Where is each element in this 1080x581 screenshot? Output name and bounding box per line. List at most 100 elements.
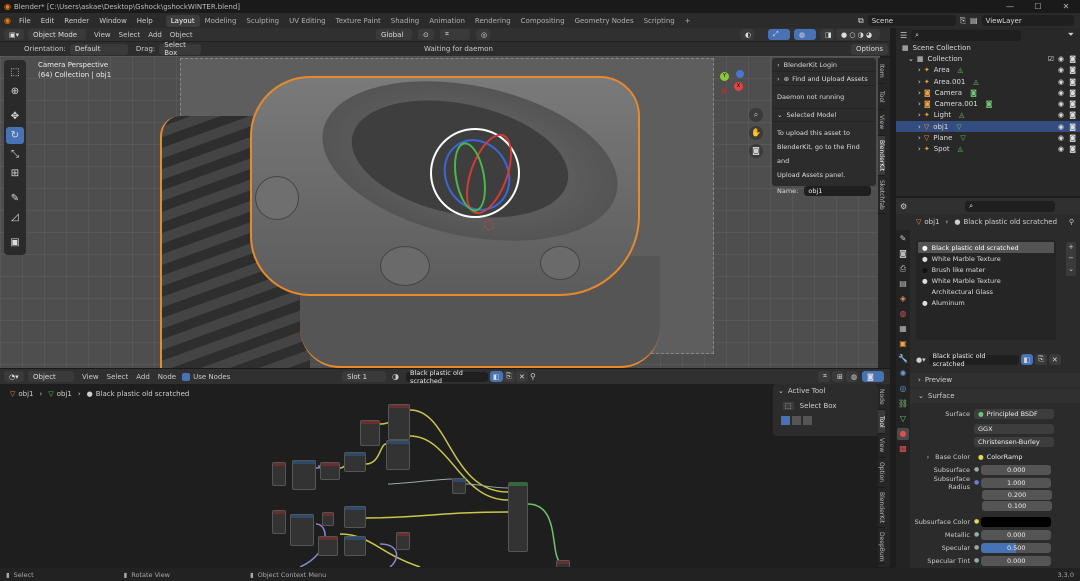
render-icon[interactable]: ◙ xyxy=(1069,134,1076,142)
orientation-dropdown[interactable]: Default xyxy=(69,43,128,55)
outliner-item-plane[interactable]: › ▽ Plane ▽ ◉ ◙ xyxy=(896,132,1080,143)
tab-texture-paint[interactable]: Texture Paint xyxy=(331,15,386,27)
3d-viewport[interactable]: Camera Perspective (64) Collection | obj… xyxy=(0,56,880,368)
pan-hand-icon[interactable]: ✋ xyxy=(749,126,763,140)
active-tool-row[interactable]: ⬚ Select Box xyxy=(773,398,878,414)
specular-tint-field[interactable]: 0.000 xyxy=(981,555,1052,566)
blender-menu-icon[interactable]: ◉ xyxy=(4,16,11,25)
world-props-icon[interactable]: ◍ xyxy=(897,308,909,320)
tab-scripting[interactable]: Scripting xyxy=(639,15,680,27)
outliner-item-camera[interactable]: › ◙ Camera ◙ ◉ ◙ xyxy=(896,87,1080,98)
tab-option[interactable]: Option xyxy=(878,458,885,488)
node-snap-mode-icon[interactable]: ⊞ xyxy=(832,371,844,382)
tab-tool[interactable]: Tool xyxy=(878,410,885,434)
proportional-icon[interactable]: ◎ xyxy=(476,29,490,40)
shader-node[interactable] xyxy=(344,506,366,528)
eye-icon[interactable]: ◉ xyxy=(1058,145,1064,153)
specular-field[interactable]: 0.500 xyxy=(981,542,1052,553)
subsurface-radius-z[interactable]: 0.100 xyxy=(982,500,1052,511)
outliner-item-spot[interactable]: › ✦ Spot ◬ ◉ ◙ xyxy=(896,144,1080,155)
overlay-toggle-icon[interactable]: ◍ xyxy=(794,29,816,40)
shader-node[interactable] xyxy=(318,536,338,556)
menu-render[interactable]: Render xyxy=(59,17,94,25)
move-tool-icon[interactable]: ✥ xyxy=(6,108,24,125)
name-input[interactable]: obj1 xyxy=(804,186,871,196)
find-upload-row[interactable]: › ⊛ Find and Upload Assets xyxy=(772,72,876,86)
subsurface-method-dropdown[interactable]: Christensen-Burley xyxy=(974,436,1054,447)
tab-geometry-nodes[interactable]: Geometry Nodes xyxy=(570,15,639,27)
metallic-field[interactable]: 0.000 xyxy=(981,529,1052,540)
output-props-icon[interactable]: ⎙ xyxy=(897,263,909,275)
axis-z-icon[interactable] xyxy=(736,70,744,78)
duplicate-icon[interactable]: ⎘ xyxy=(1035,354,1047,365)
modifier-props-icon[interactable]: 🔧 xyxy=(897,353,909,365)
select-box-tool-icon[interactable]: ⬚ xyxy=(6,64,24,81)
object-props-icon[interactable]: ▣ xyxy=(897,338,909,350)
close-window-button[interactable]: ✕ xyxy=(1052,0,1080,13)
outliner-search[interactable]: ⌕ xyxy=(911,29,1022,41)
scale-tool-icon[interactable]: ⤡ xyxy=(6,146,24,163)
tab-compositing[interactable]: Compositing xyxy=(516,15,570,27)
tab-sketchfab[interactable]: Sketchfab xyxy=(878,176,885,214)
blenderkit-login-row[interactable]: › BlenderKit Login xyxy=(772,58,876,72)
render-icon[interactable]: ◙ xyxy=(1069,145,1076,153)
properties-editor-icon[interactable]: ⚙ xyxy=(900,202,907,211)
mode-selector[interactable]: Object Mode xyxy=(28,29,86,40)
visibility-icon[interactable]: ◐ xyxy=(740,29,754,40)
render-icon[interactable]: ◙ xyxy=(1069,89,1076,97)
shader-node[interactable] xyxy=(396,532,410,550)
scene-props-icon[interactable]: ◈ xyxy=(897,293,909,305)
pin-icon[interactable]: ⚲ xyxy=(1069,218,1074,226)
distribution-dropdown[interactable]: GGX xyxy=(974,423,1054,434)
render-props-icon[interactable]: ◙ xyxy=(897,248,909,260)
base-color-field[interactable]: ● ColorRamp xyxy=(974,451,1054,462)
expand-icon[interactable]: › xyxy=(927,454,929,461)
select-mode-subtract-icon[interactable] xyxy=(803,415,812,425)
transform-orientation[interactable]: Global xyxy=(376,29,412,40)
unlink-icon[interactable]: ✕ xyxy=(516,371,528,382)
eye-icon[interactable]: ◉ xyxy=(1058,78,1064,86)
snap-icon[interactable]: ⌗ xyxy=(440,29,470,40)
shader-node[interactable] xyxy=(386,440,410,470)
menu-help[interactable]: Help xyxy=(132,17,158,25)
slot-add-remove-icon[interactable]: + − ⌄ xyxy=(1066,242,1076,276)
shader-node[interactable] xyxy=(320,462,340,480)
camera-view-icon[interactable]: ◙ xyxy=(749,144,763,158)
active-tool-header[interactable]: ⌄ Active Tool xyxy=(773,384,878,398)
tab-view[interactable]: View xyxy=(878,434,885,458)
material-slot-4[interactable]: ● Architectural Glass xyxy=(918,286,1054,297)
node-material-field[interactable]: Black plastic old scratched xyxy=(406,369,488,385)
zoom-icon[interactable]: ⌕ xyxy=(749,108,763,122)
editor-type-icon[interactable]: ▣▾ xyxy=(4,29,24,40)
tab-rendering[interactable]: Rendering xyxy=(470,15,516,27)
tab-animation[interactable]: Animation xyxy=(424,15,470,27)
render-icon[interactable]: ◙ xyxy=(1069,111,1076,119)
outliner-item-obj1[interactable]: › ▽ obj1 ▽ ◉ ◙ xyxy=(896,121,1080,133)
outliner-item-area001[interactable]: › ✦ Area.001 ◬ ◉ ◙ xyxy=(896,76,1080,87)
preview-panel-header[interactable]: › Preview xyxy=(896,373,1080,387)
shader-node[interactable] xyxy=(290,514,314,546)
node-overlay-icon[interactable]: ◍ xyxy=(846,371,858,382)
measure-tool-icon[interactable]: ◿ xyxy=(6,209,24,226)
render-icon[interactable]: ◙ xyxy=(1069,66,1076,74)
checkbox-icon[interactable]: ☑ xyxy=(1048,55,1054,63)
fake-user-icon[interactable]: ◧ xyxy=(490,371,503,382)
minimize-button[interactable]: — xyxy=(996,0,1024,13)
tab-tool[interactable]: Tool xyxy=(878,84,885,110)
axis-y-icon[interactable]: Y xyxy=(720,72,729,81)
eye-icon[interactable]: ◉ xyxy=(1058,89,1064,97)
menu-file[interactable]: File xyxy=(14,17,36,25)
tab-deepbum[interactable]: DeepBum xyxy=(878,528,885,564)
subsurface-radius-y[interactable]: 0.200 xyxy=(982,489,1052,500)
subsurface-field[interactable]: 0.000 xyxy=(981,464,1052,475)
drag-dropdown[interactable]: Select Box xyxy=(159,41,202,57)
maximize-button[interactable]: ☐ xyxy=(1024,0,1052,13)
navigation-gizmo[interactable]: Y X xyxy=(718,68,748,108)
tab-node[interactable]: Node xyxy=(878,384,885,410)
outliner-item-camera001[interactable]: › ◙ Camera.001 ◙ ◉ ◙ xyxy=(896,98,1080,109)
shader-node[interactable] xyxy=(360,420,380,446)
texture-props-icon[interactable]: ▩ xyxy=(897,443,909,455)
material-browse-icon[interactable]: ●▾ xyxy=(916,356,926,364)
render-icon[interactable]: ◙ xyxy=(1069,78,1076,86)
node-menu-add[interactable]: Add xyxy=(132,373,154,381)
